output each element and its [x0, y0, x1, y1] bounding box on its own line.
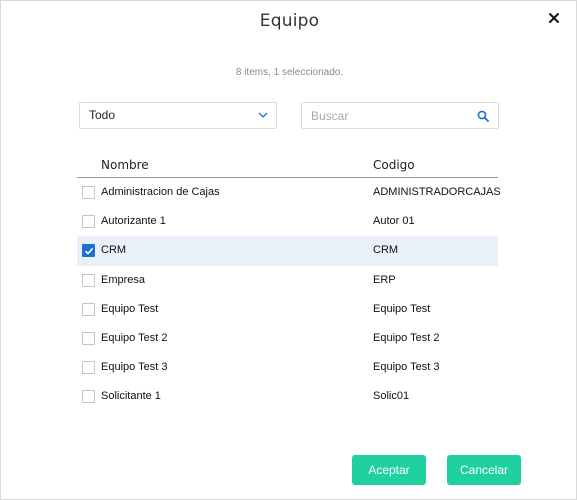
table-row[interactable]: Solicitante 1 Solic01: [77, 382, 498, 411]
close-button[interactable]: [546, 10, 562, 26]
table-row[interactable]: CRM CRM: [77, 236, 498, 266]
checkmark-icon: [84, 248, 94, 256]
row-code: Equipo Test: [373, 302, 431, 315]
cancel-button[interactable]: Cancelar: [447, 455, 521, 485]
row-name: Administracion de Cajas: [101, 186, 220, 198]
row-checkbox[interactable]: [82, 390, 95, 404]
filter-select[interactable]: Todo: [79, 102, 277, 129]
row-code: Autor 01: [373, 215, 415, 228]
column-header-code[interactable]: Codigo: [373, 158, 415, 172]
row-checkbox[interactable]: [82, 244, 95, 258]
row-checkbox[interactable]: [82, 361, 95, 375]
close-icon: [549, 13, 559, 23]
search-icon[interactable]: [477, 110, 489, 122]
row-name: Equipo Test 2: [101, 331, 168, 344]
team-table: Nombre Codigo Administracion de Cajas ADM…: [77, 151, 501, 412]
table-header: Nombre Codigo: [77, 151, 498, 178]
row-checkbox[interactable]: [82, 302, 95, 316]
table-row[interactable]: Empresa ERP: [77, 266, 498, 295]
row-checkbox[interactable]: [82, 273, 95, 287]
dialog-title: Equipo: [259, 11, 320, 31]
table-row[interactable]: Equipo Test Equipo Test: [77, 295, 498, 324]
row-name: Solicitante 1: [101, 390, 161, 403]
row-code: Solic01: [373, 390, 410, 403]
selection-summary: 8 items, 1 seleccionado.: [235, 67, 344, 78]
table-row[interactable]: Equipo Test 2 Equipo Test 2: [77, 324, 498, 353]
search-input[interactable]: [302, 103, 472, 128]
row-name: Equipo Test: [101, 302, 159, 315]
row-name: CRM: [101, 244, 127, 257]
row-code: Equipo Test 3: [373, 361, 440, 374]
row-code: ERP: [373, 273, 396, 286]
table-body: Administracion de Cajas ADMINISTRADORCAJA…: [77, 178, 501, 412]
row-checkbox[interactable]: [82, 331, 95, 345]
row-checkbox[interactable]: [82, 186, 95, 199]
table-row[interactable]: Equipo Test 3 Equipo Test 3: [77, 353, 498, 382]
column-header-name[interactable]: Nombre: [101, 158, 149, 172]
table-row[interactable]: Administracion de Cajas ADMINISTRADORCAJA…: [77, 178, 501, 207]
accept-button[interactable]: Aceptar: [352, 455, 426, 485]
team-picker-dialog: Equipo 8 items, 1 seleccionado. Todo Nom…: [0, 0, 577, 500]
chevron-down-icon: [258, 112, 268, 118]
table-row[interactable]: Autorizante 1 Autor 01: [77, 207, 498, 236]
row-code: CRM: [373, 244, 399, 257]
row-checkbox[interactable]: [82, 215, 95, 229]
row-name: Empresa: [101, 273, 146, 286]
filter-select-value: Todo: [89, 108, 116, 122]
row-name: Equipo Test 3: [101, 361, 168, 374]
row-name: Autorizante 1: [101, 215, 166, 228]
row-code: Equipo Test 2: [373, 331, 440, 344]
search-box: [301, 102, 499, 129]
row-code: ADMINISTRADORCAJAS: [373, 186, 501, 198]
